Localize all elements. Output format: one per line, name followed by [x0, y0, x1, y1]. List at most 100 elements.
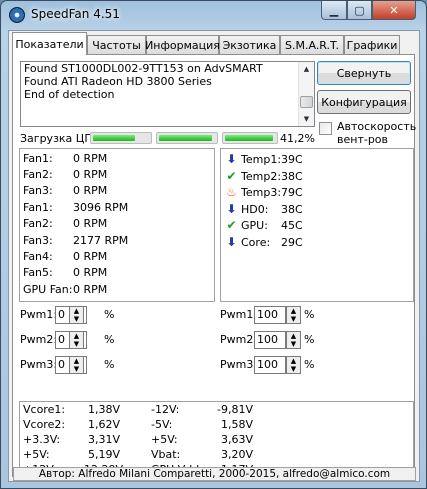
voltage-label: -5V:: [151, 418, 173, 431]
voltage-label: +3.3V:: [23, 433, 61, 446]
cpu-core-bar: [222, 132, 278, 144]
pwm-control: Pwm2: 100 ▲ ▼ %: [220, 331, 320, 349]
fan-label: Fan2:: [23, 168, 53, 181]
tab-smart[interactable]: S.M.A.R.T.: [280, 35, 344, 54]
pwm-control: Pwm1: 100 ▲ ▼ %: [220, 306, 320, 324]
tab-charts[interactable]: Графики: [344, 35, 400, 54]
pwm-unit: %: [104, 333, 115, 346]
pwm-label: Pwm3:: [220, 358, 258, 371]
voltage-value: 3,20V: [221, 448, 254, 461]
pwm-label: Pwm3:: [20, 358, 58, 371]
pwm-spinner[interactable]: ▲ ▼: [286, 306, 301, 324]
readings-panel: Found ST1000DL002-9TT153 on AdvSMART Fou…: [12, 54, 417, 477]
cpu-core-fill: [93, 135, 135, 141]
scroll-thumb[interactable]: [300, 96, 313, 108]
pwm-spinner[interactable]: ▲ ▼: [69, 306, 84, 324]
pwm-label: Pwm2:: [20, 333, 58, 346]
voltage-value: 1,38V: [88, 403, 121, 416]
fan-label: Fan1:: [23, 201, 53, 214]
pwm-control: Pwm3: 0 ▲ ▼ %: [20, 356, 120, 374]
fan-value: 0 RPM: [73, 217, 108, 230]
fan-value: 0 RPM: [73, 168, 108, 181]
speedfan-app-icon[interactable]: [9, 7, 25, 23]
check-icon: ✔: [226, 218, 237, 232]
window-title: SpeedFan 4.51: [31, 7, 120, 21]
voltage-value: 3,63V: [221, 433, 254, 446]
close-window-button[interactable]: ✕: [372, 1, 416, 20]
voltage-value: 3,31V: [88, 433, 121, 446]
scroll-up-icon[interactable]: ▲: [299, 62, 314, 76]
fan-value: 0 RPM: [73, 266, 108, 279]
pwm-spinner[interactable]: ▲ ▼: [69, 356, 84, 374]
temp-value: 38C: [281, 203, 303, 216]
voltage-value: 1,58V: [221, 418, 254, 431]
temp-label: Temp1:: [241, 153, 282, 166]
pwm-label: Pwm1:: [220, 308, 258, 321]
log-scrollbar[interactable]: ▲ ▼: [298, 62, 314, 126]
fan-speeds-panel: Fan1: 0 RPM Fan2: 0 RPM Fan3: 0 RPM Fan1: 30…: [19, 148, 215, 302]
pwm-input[interactable]: 100: [254, 306, 286, 324]
configure-button[interactable]: Конфигурация: [317, 90, 411, 114]
temperatures-panel: ⬇ Temp1: 39C ✔ Temp2: 38C ♨ Temp3: 79C ⬇ HD0: 38…: [220, 148, 414, 302]
pwm-unit: %: [304, 333, 315, 346]
minimize-window-button[interactable]: ▁: [321, 1, 347, 20]
auto-fan-speed-checkbox[interactable]: [319, 122, 332, 135]
temp-value: 39C: [281, 153, 303, 166]
temp-label: Temp3:: [241, 186, 282, 199]
cpu-core-fill: [159, 135, 212, 141]
voltage-label: +5V:: [23, 448, 50, 461]
pwm-input[interactable]: 100: [254, 331, 286, 349]
detection-log[interactable]: Found ST1000DL002-9TT153 on AdvSMART Fou…: [20, 61, 315, 127]
pwm-unit: %: [104, 308, 115, 321]
pwm-input[interactable]: 100: [254, 356, 286, 374]
log-line: Found ATI Radeon HD 3800 Series: [24, 75, 212, 88]
temp-value: 45C: [281, 219, 303, 232]
fan-value: 0 RPM: [73, 283, 108, 296]
arrow-down-icon: ⬇: [226, 235, 237, 249]
voltage-value: 5,19V: [88, 448, 121, 461]
arrow-down-icon: ⬇: [226, 152, 237, 166]
temp-value: 79C: [281, 186, 303, 199]
fan-value: 3096 RPM: [73, 201, 129, 214]
fan-value: 0 RPM: [73, 184, 108, 197]
cpu-load-percent: 41,2%: [280, 132, 315, 145]
fan-label: Fan5:: [23, 266, 53, 279]
tab-info[interactable]: Информация: [145, 35, 220, 54]
log-line: Found ST1000DL002-9TT153 on AdvSMART: [24, 62, 263, 75]
voltage-label: -12V:: [151, 403, 180, 416]
log-line: End of detection: [24, 88, 115, 101]
minimize-to-tray-button[interactable]: Свернуть: [317, 61, 411, 85]
maximize-window-button[interactable]: ▢: [347, 1, 372, 20]
tab-exotics[interactable]: Экзотика: [219, 35, 280, 54]
temp-value: 29C: [281, 236, 303, 249]
temp-label: Core:: [241, 236, 271, 249]
fan-value: 0 RPM: [73, 250, 108, 263]
auto-fan-speed-label: Автоскорость вент-ров: [337, 120, 417, 146]
pwm-spinner[interactable]: ▲ ▼: [69, 331, 84, 349]
speedfan-window: SpeedFan 4.51 ▁ ▢ ✕ Показатели Частоты И…: [0, 0, 427, 489]
arrow-down-icon: ⬇: [226, 202, 237, 216]
pwm-control: Pwm3: 100 ▲ ▼ %: [220, 356, 320, 374]
pwm-control: Pwm2: 0 ▲ ▼ %: [20, 331, 120, 349]
pwm-unit: %: [304, 308, 315, 321]
voltage-value: 1,62V: [88, 418, 121, 431]
pwm-label: Pwm2:: [220, 333, 258, 346]
pwm-label: Pwm1:: [20, 308, 58, 321]
pwm-spinner[interactable]: ▲ ▼: [286, 356, 301, 374]
voltage-value: -9,81V: [217, 403, 253, 416]
pwm-unit: %: [304, 358, 315, 371]
check-icon: ✔: [226, 169, 237, 183]
pwm-control: Pwm1: 0 ▲ ▼ %: [20, 306, 120, 324]
tab-clock[interactable]: Частоты: [87, 35, 146, 54]
cpu-core-bar: [90, 132, 152, 144]
fan-label: Fan1:: [23, 152, 53, 165]
cpu-load-label: Загрузка ЦП: [20, 132, 93, 145]
fire-icon: ♨: [226, 185, 237, 199]
scroll-down-icon[interactable]: ▼: [299, 112, 314, 126]
fan-label: Fan4:: [23, 250, 53, 263]
pwm-spinner[interactable]: ▲ ▼: [286, 331, 301, 349]
temp-label: HD0:: [241, 203, 269, 216]
voltage-label: Vbat:: [151, 448, 181, 461]
tab-readings[interactable]: Показатели: [12, 32, 87, 55]
temp-value: 38C: [281, 170, 303, 183]
